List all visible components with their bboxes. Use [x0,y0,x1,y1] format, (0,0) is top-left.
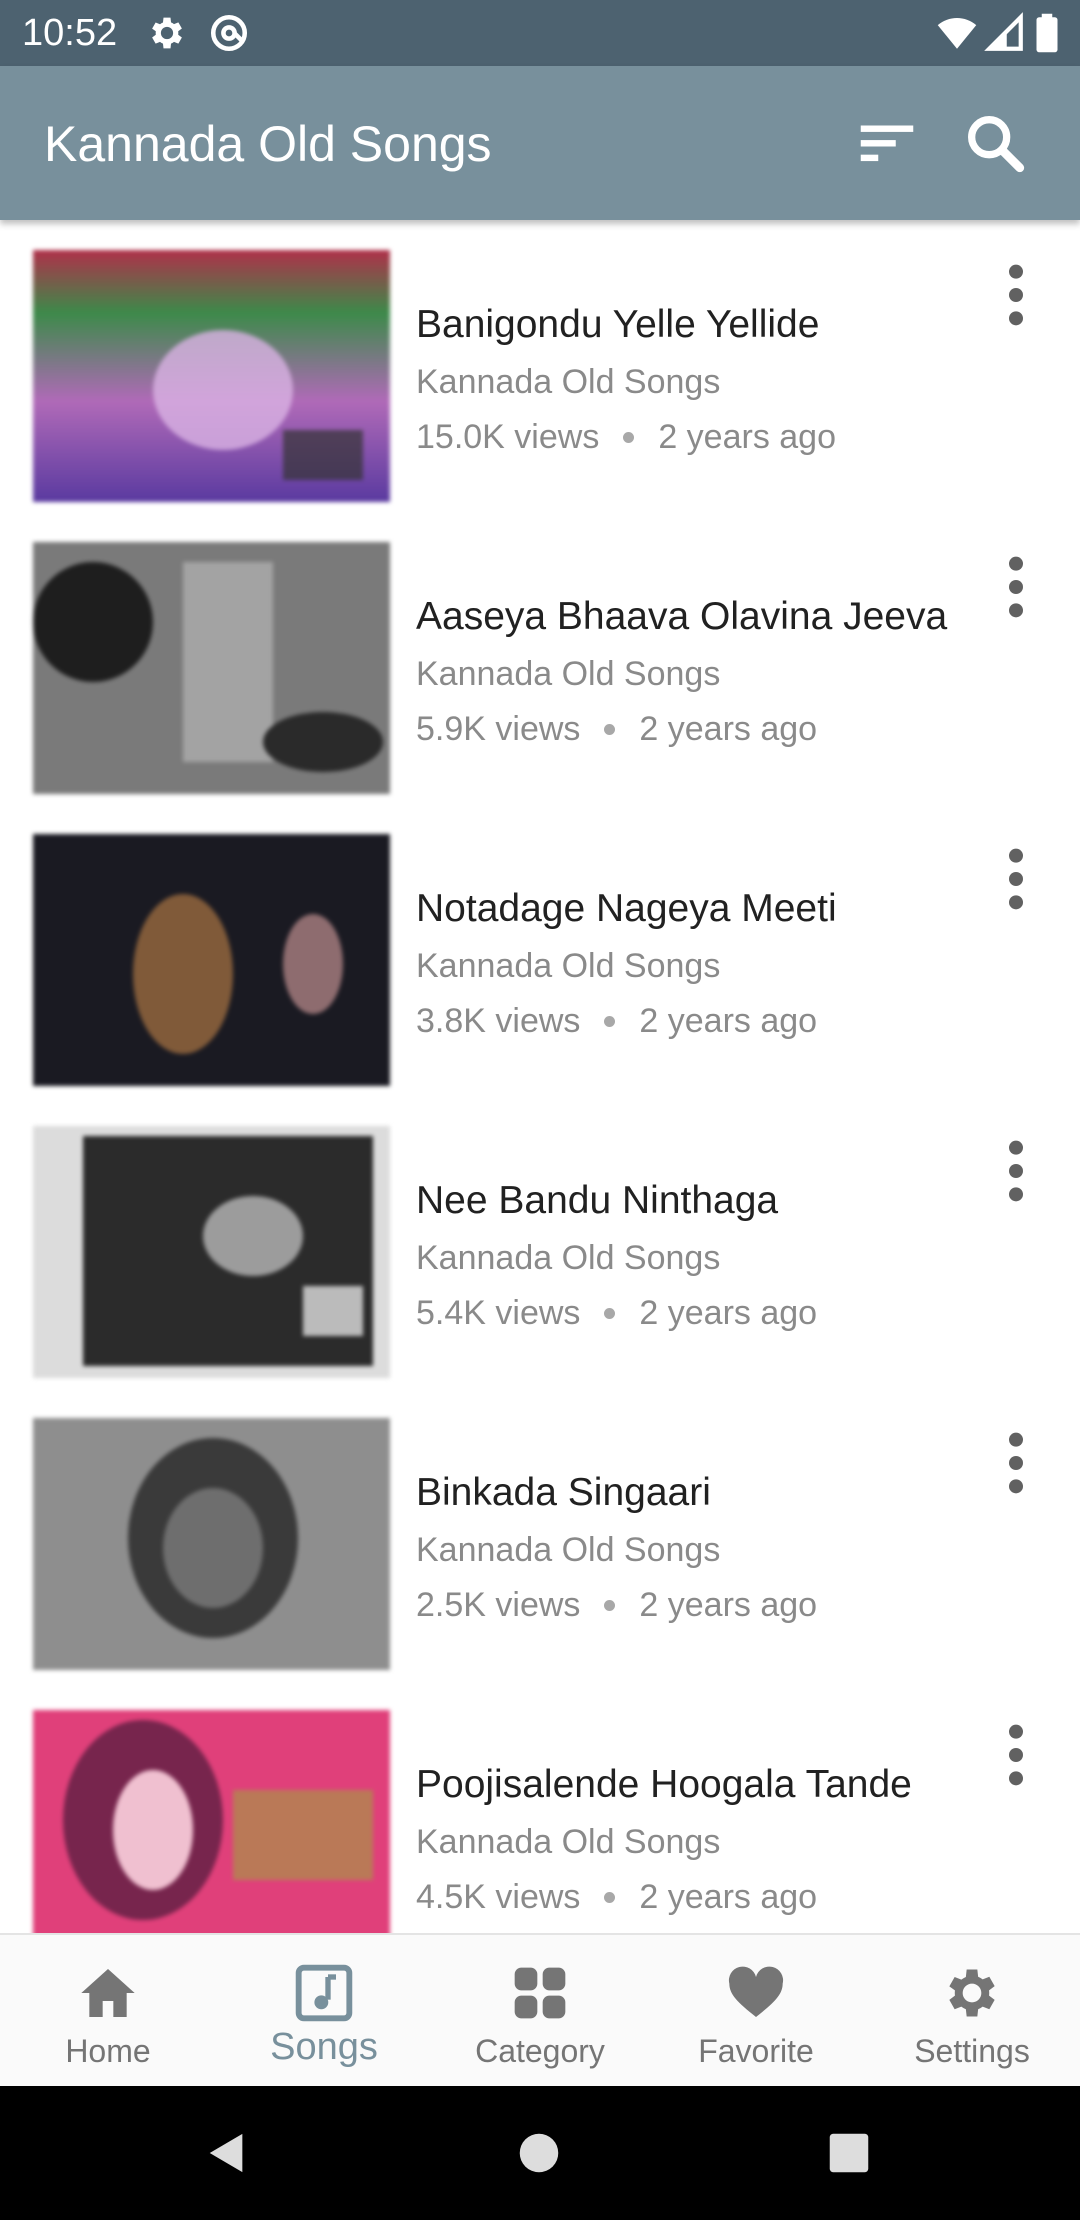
song-channel: Kannada Old Songs [416,1239,721,1277]
nav-label: Songs [270,2026,378,2068]
song-views: 4.5K views [416,1878,581,1916]
list-item[interactable]: Nee Bandu Ninthaga Kannada Old Songs 5.4… [0,1096,1080,1388]
song-title: Banigondu Yelle Yellide [416,303,820,346]
back-icon[interactable] [204,2130,250,2176]
song-title: Aaseya Bhaava Olavina Jeeva [416,595,948,638]
system-nav-bar [0,2086,1080,2220]
song-views: 15.0K views [416,418,600,456]
song-views: 5.9K views [416,710,581,748]
song-views: 5.4K views [416,1294,581,1332]
music-note-icon [295,1964,353,2022]
song-channel: Kannada Old Songs [416,947,721,985]
song-meta: 15.0K views 2 years ago [416,415,836,459]
video-thumbnail[interactable] [33,1710,390,1933]
nav-item-songs[interactable]: Songs [216,1935,432,2088]
song-age: 2 years ago [639,710,818,748]
signal-icon [984,12,1023,51]
nav-label: Settings [914,2033,1030,2069]
separator-dot [623,431,635,443]
recents-icon[interactable] [828,2132,870,2174]
home-icon [81,1969,135,2017]
more-options-icon[interactable] [988,552,1044,622]
song-title: Notadage Nageya Meeti [416,887,837,930]
song-channel: Kannada Old Songs [416,1823,721,1861]
song-meta: 5.9K views 2 years ago [416,707,817,751]
more-options-icon[interactable] [988,1136,1044,1206]
song-age: 2 years ago [639,1294,818,1332]
separator-dot [604,1599,616,1611]
song-meta: 3.8K views 2 years ago [416,999,817,1043]
grid-icon [514,1967,566,2019]
song-title: Poojisalende Hoogala Tande [416,1763,912,1806]
search-icon[interactable] [960,108,1030,178]
list-item[interactable]: Aaseya Bhaava Olavina Jeeva Kannada Old … [0,512,1080,804]
heart-icon [728,1966,784,2017]
more-options-icon[interactable] [988,1720,1044,1790]
more-options-icon[interactable] [988,1428,1044,1498]
video-thumbnail[interactable] [33,1126,390,1378]
status-time: 10:52 [22,12,118,54]
song-meta: 4.5K views 2 years ago [416,1875,817,1919]
nav-item-category[interactable]: Category [432,1935,648,2088]
nav-label: Home [65,2033,151,2069]
song-channel: Kannada Old Songs [416,655,721,693]
song-age: 2 years ago [639,1878,818,1916]
song-channel: Kannada Old Songs [416,363,721,401]
wifi-icon [937,18,977,49]
more-options-icon[interactable] [988,260,1044,330]
gear-icon [152,17,182,49]
separator-dot [604,1015,616,1027]
sort-icon[interactable] [852,108,922,178]
nav-label: Favorite [698,2033,814,2069]
song-age: 2 years ago [639,1002,818,1040]
battery-icon [1036,13,1058,53]
at-sign-icon [210,14,248,52]
song-meta: 5.4K views 2 years ago [416,1291,817,1335]
separator-dot [604,723,616,735]
song-list: Banigondu Yelle Yellide Kannada Old Song… [0,220,1080,1933]
app-title: Kannada Old Songs [44,116,492,172]
list-item[interactable]: Banigondu Yelle Yellide Kannada Old Song… [0,220,1080,512]
bottom-nav: Home Songs Category Favorite Settings [0,1933,1080,2088]
more-options-icon[interactable] [988,844,1044,914]
separator-dot [604,1891,616,1903]
gear-icon [949,1969,995,2017]
nav-label: Category [475,2033,605,2069]
video-thumbnail[interactable] [33,250,390,502]
nav-item-home[interactable]: Home [0,1935,216,2088]
nav-item-favorite[interactable]: Favorite [648,1935,864,2088]
list-item[interactable]: Binkada Singaari Kannada Old Songs 2.5K … [0,1388,1080,1680]
home-button-icon[interactable] [518,2132,560,2174]
song-views: 2.5K views [416,1586,581,1624]
list-item[interactable]: Notadage Nageya Meeti Kannada Old Songs … [0,804,1080,1096]
song-meta: 2.5K views 2 years ago [416,1583,817,1627]
separator-dot [604,1307,616,1319]
song-age: 2 years ago [639,1586,818,1624]
app-bar: Kannada Old Songs [0,66,1080,220]
video-thumbnail[interactable] [33,542,390,794]
nav-item-settings[interactable]: Settings [864,1935,1080,2088]
video-thumbnail[interactable] [33,1418,390,1670]
song-channel: Kannada Old Songs [416,1531,721,1569]
song-title: Nee Bandu Ninthaga [416,1179,779,1222]
list-item[interactable]: Poojisalende Hoogala Tande Kannada Old S… [0,1680,1080,1933]
video-thumbnail[interactable] [33,834,390,1086]
song-title: Binkada Singaari [416,1471,711,1514]
song-views: 3.8K views [416,1002,581,1040]
status-bar: 10:52 [0,0,1080,66]
song-age: 2 years ago [658,418,836,456]
